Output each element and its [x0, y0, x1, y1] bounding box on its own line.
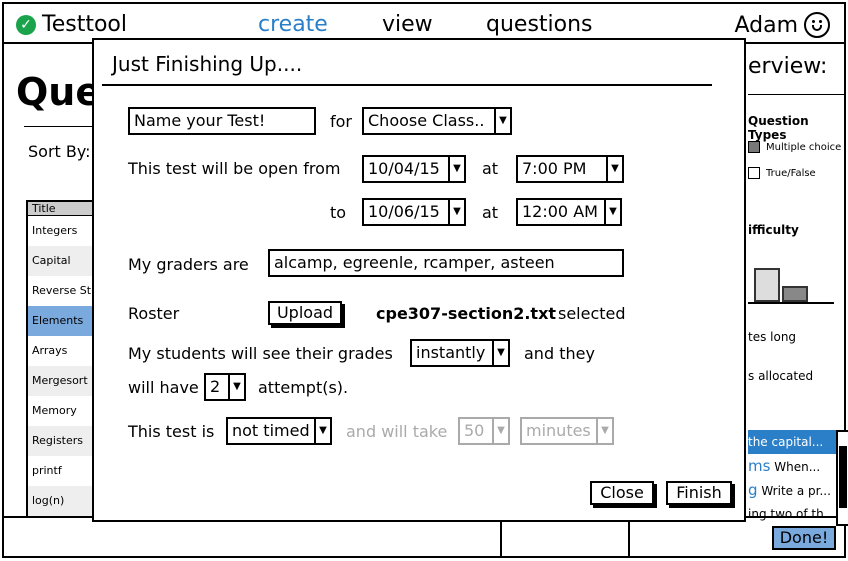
roster-label: Roster [128, 304, 180, 323]
difficulty-bar [782, 286, 808, 302]
select-value: 12:00 AM [522, 202, 598, 221]
legend-true-false: True/False [748, 167, 816, 179]
smiley-avatar-icon [804, 12, 830, 38]
user-menu[interactable]: Adam [734, 12, 830, 38]
to-time-select[interactable]: 12:00 AM ▼ [516, 198, 622, 226]
at-label: at [482, 159, 499, 178]
legend-swatch [748, 167, 760, 179]
open-from-label: This test will be open from [128, 159, 341, 178]
finish-dialog: Just Finishing Up.... Name your Test! fo… [92, 38, 746, 522]
done-button[interactable]: Done! [772, 526, 836, 550]
check-circle-icon: ✓ [16, 14, 36, 35]
user-name: Adam [734, 12, 798, 38]
graders-label: My graders are [128, 255, 249, 274]
sort-by-label: Sort By: [28, 142, 91, 161]
graders-input[interactable]: alcamp, egreenle, rcamper, asteen [268, 249, 624, 277]
list-item[interactable]: the capital... [748, 430, 836, 454]
app-name: Testtool [42, 12, 127, 37]
attempts-select[interactable]: 2 ▼ [204, 373, 246, 401]
upload-button[interactable]: Upload [268, 301, 342, 325]
dropdown-arrow-icon: ▼ [228, 375, 244, 399]
select-value: instantly [416, 343, 486, 362]
select-value: 10/06/15 [368, 202, 440, 221]
list-scrollbar[interactable] [836, 430, 848, 526]
nav-view[interactable]: view [382, 12, 433, 37]
divider [748, 94, 844, 95]
timed-label: This test is [128, 422, 215, 441]
select-value: minutes [526, 421, 591, 440]
for-label: for [330, 112, 352, 131]
to-label: to [330, 203, 347, 222]
question-types-heading: Question Types [748, 114, 809, 142]
select-value: 7:00 PM [522, 159, 587, 178]
grades-visibility-select[interactable]: instantly ▼ [410, 339, 510, 367]
will-take-label: and will take [346, 422, 448, 441]
select-value: Choose Class.. [368, 111, 485, 130]
to-date-select[interactable]: 10/06/15 ▼ [362, 198, 466, 226]
will-have-label: will have [128, 378, 199, 397]
test-name-input[interactable]: Name your Test! [128, 107, 316, 135]
dropdown-arrow-icon: ▼ [606, 157, 622, 181]
legend-swatch [748, 141, 760, 153]
difficulty-bar [754, 268, 780, 302]
legend-label: True/False [766, 167, 816, 179]
dropdown-arrow-icon: ▼ [314, 419, 330, 443]
attempts-label: attempt(s). [258, 378, 349, 397]
allocated-text: s allocated [748, 369, 814, 383]
from-date-select[interactable]: 10/04/15 ▼ [362, 155, 466, 183]
list-item-prefix: g [748, 481, 758, 499]
page-title: Que [16, 70, 102, 114]
nav-questions[interactable]: questions [486, 12, 593, 37]
grades-label: My students will see their grades [128, 344, 393, 363]
and-they-label: and they [524, 344, 595, 363]
roster-filename: cpe307-section2.txt [376, 304, 557, 323]
dropdown-arrow-icon: ▼ [492, 419, 508, 443]
list-item[interactable]: ing two of th. [748, 502, 836, 526]
select-value: 10/04/15 [368, 159, 440, 178]
selected-questions-list: the capital... ms When... g Write a pr..… [748, 430, 848, 526]
list-item-text: ing two of th. [748, 507, 828, 521]
select-value: 50 [464, 421, 485, 440]
list-item-text: When... [770, 460, 821, 474]
dialog-title: Just Finishing Up.... [112, 52, 303, 76]
dropdown-arrow-icon: ▼ [596, 419, 612, 443]
dropdown-arrow-icon: ▼ [492, 341, 508, 365]
roster-selected-label: selected [558, 304, 626, 323]
bottom-column-divider [628, 516, 630, 558]
legend-multiple-choice: Multiple choice [748, 141, 841, 153]
list-item[interactable]: g Write a pr... [748, 478, 836, 502]
overview-title: erview: [748, 54, 828, 79]
dropdown-arrow-icon: ▼ [494, 109, 510, 133]
duration-units-select[interactable]: minutes ▼ [520, 417, 614, 445]
class-select[interactable]: Choose Class.. ▼ [362, 107, 512, 135]
select-value: 2 [210, 377, 221, 396]
select-value: not timed [232, 421, 310, 440]
brand[interactable]: ✓ Testtool [16, 12, 127, 37]
finish-button[interactable]: Finish [666, 481, 732, 505]
legend-label: Multiple choice [766, 141, 842, 153]
dropdown-arrow-icon: ▼ [448, 200, 464, 224]
nav-create[interactable]: create [258, 12, 328, 37]
timed-select[interactable]: not timed ▼ [226, 417, 332, 445]
duration-select[interactable]: 50 ▼ [458, 417, 510, 445]
list-item-text: the capital... [748, 435, 824, 449]
dropdown-arrow-icon: ▼ [448, 157, 464, 181]
list-item-text: Write a pr... [757, 484, 831, 498]
list-item[interactable]: ms When... [748, 454, 836, 478]
list-item-prefix: ms [748, 457, 771, 475]
scrollbar-thumb[interactable] [839, 446, 847, 508]
bottom-column-divider [500, 516, 502, 558]
divider [102, 84, 712, 86]
dropdown-arrow-icon: ▼ [604, 200, 620, 224]
at-label: at [482, 203, 499, 222]
close-button[interactable]: Close [590, 481, 654, 505]
from-time-select[interactable]: 7:00 PM ▼ [516, 155, 624, 183]
difficulty-heading: ifficulty [748, 223, 799, 237]
minutes-long-text: tes long [748, 330, 797, 344]
chart-baseline [748, 302, 834, 304]
